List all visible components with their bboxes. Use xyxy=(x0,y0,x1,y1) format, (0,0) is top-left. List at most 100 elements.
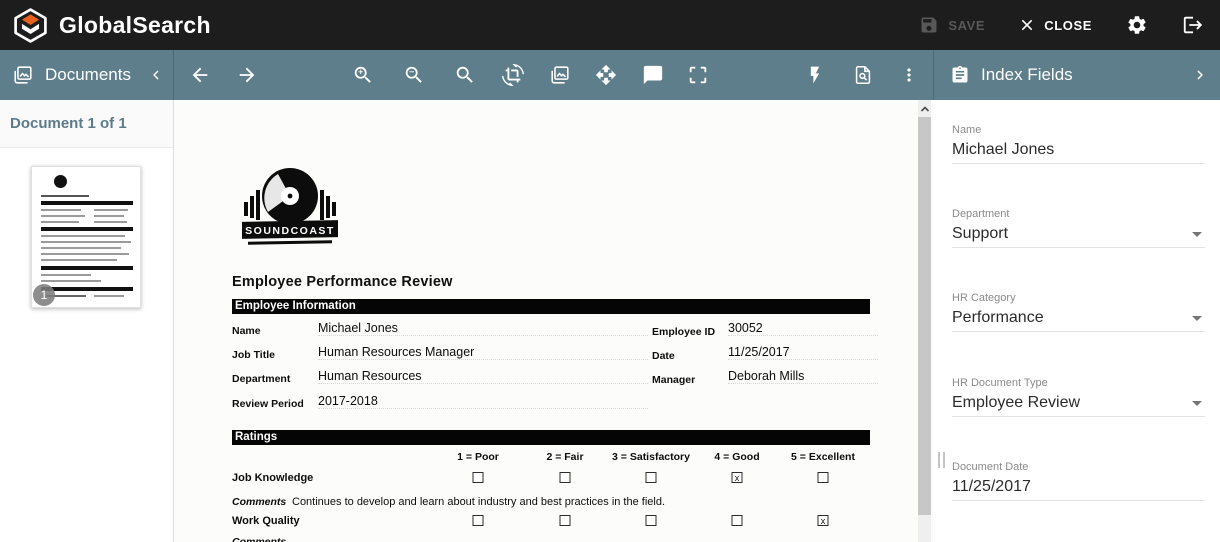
comments-label: Comments xyxy=(232,536,286,542)
ratings-section-header: Ratings xyxy=(232,430,870,445)
photo-library-icon xyxy=(12,64,34,86)
doc-field-value: Deborah Mills xyxy=(728,369,878,384)
doc-field-label: Manager xyxy=(652,374,695,386)
rotate-crop-button[interactable] xyxy=(501,63,525,87)
fullscreen-button[interactable] xyxy=(686,63,710,87)
close-button[interactable]: CLOSE xyxy=(1019,17,1092,33)
zoom-in-button[interactable] xyxy=(351,63,375,87)
rating-checkbox xyxy=(818,472,829,483)
collapse-documents-button[interactable] xyxy=(148,67,164,83)
field-label: Department xyxy=(952,208,1009,220)
svg-text:SOUNDCOAST: SOUNDCOAST xyxy=(245,225,335,237)
index-fields-panel-title: Index Fields xyxy=(981,65,1073,85)
logout-button[interactable] xyxy=(1182,14,1204,36)
documents-panel-title: Documents xyxy=(45,65,131,85)
hr-category-dropdown[interactable]: Performance xyxy=(952,306,1205,332)
dropdown-caret-icon xyxy=(1192,401,1202,406)
doc-field-value: Human Resources xyxy=(318,369,648,384)
panel-header-row: Documents xyxy=(0,50,1220,100)
rating-scale-label: 3 = Satisfactory xyxy=(612,451,690,463)
doc-field-label: Review Period xyxy=(232,398,304,410)
employee-information-section-header: Employee Information xyxy=(232,299,870,314)
rating-scale-label: 1 = Poor xyxy=(457,451,499,463)
thumbnails-view-icon[interactable] xyxy=(548,63,572,87)
expand-index-fields-button[interactable] xyxy=(1192,67,1208,83)
doc-field-label: Department xyxy=(232,373,290,385)
rating-scale-label: 4 = Good xyxy=(714,451,759,463)
scrollbar-thumb[interactable] xyxy=(918,117,931,515)
app-brand: GlobalSearch xyxy=(0,7,211,44)
next-document-button[interactable] xyxy=(235,63,259,87)
doc-field-value: Human Resources Manager xyxy=(318,345,648,360)
viewer-scrollbar[interactable] xyxy=(918,100,931,542)
previous-document-button[interactable] xyxy=(188,63,212,87)
rating-checkbox xyxy=(473,515,484,526)
doc-field-label: Job Title xyxy=(232,349,275,361)
index-fields-panel: Name Michael Jones Department Support HR… xyxy=(933,100,1220,542)
document-viewer: SOUNDCOAST Employee Performance Review E… xyxy=(174,100,933,542)
rating-checkbox xyxy=(732,515,743,526)
documents-panel-header: Documents xyxy=(0,50,174,100)
save-label: SAVE xyxy=(948,18,985,33)
field-label: HR Document Type xyxy=(952,377,1048,389)
rating-scale-label: 2 = Fair xyxy=(546,451,583,463)
doc-field-value: Michael Jones xyxy=(318,321,648,336)
annotations-comment-button[interactable] xyxy=(641,63,665,87)
panel-resize-handle[interactable] xyxy=(938,452,945,468)
zoom-out-button[interactable] xyxy=(402,63,426,87)
rating-checkbox xyxy=(646,515,657,526)
close-x-icon xyxy=(1019,17,1035,33)
hr-document-type-dropdown[interactable]: Employee Review xyxy=(952,391,1205,417)
doc-field-value: 30052 xyxy=(728,321,878,336)
doc-field-label: Name xyxy=(232,325,261,337)
doc-field-label: Employee ID xyxy=(652,326,715,338)
save-floppy-icon xyxy=(919,15,939,35)
name-input[interactable]: Michael Jones xyxy=(952,138,1205,164)
page-number-badge: 1 xyxy=(33,284,55,306)
top-app-bar: GlobalSearch SAVE CLOSE xyxy=(0,0,1220,50)
close-label: CLOSE xyxy=(1044,18,1092,33)
field-label: Name xyxy=(952,124,981,136)
doc-field-label: Date xyxy=(652,350,675,362)
document-date-input[interactable]: 11/25/2017 xyxy=(952,475,1205,501)
settings-gear-icon xyxy=(1126,14,1148,36)
doc-field-value: 11/25/2017 xyxy=(728,345,878,360)
document-count-label: Document 1 of 1 xyxy=(0,100,173,148)
app-title: GlobalSearch xyxy=(59,12,211,39)
doc-field-value: 2017-2018 xyxy=(318,394,648,409)
rating-row-label: Work Quality xyxy=(232,515,300,527)
rating-checkbox-checked: x xyxy=(818,515,829,526)
comments-text: Continues to develop and learn about ind… xyxy=(292,496,665,508)
search-in-viewer-button[interactable] xyxy=(453,63,477,87)
rating-scale-label: 5 = Excellent xyxy=(791,451,855,463)
clipboard-icon xyxy=(950,65,970,85)
soundcoast-logo: SOUNDCOAST xyxy=(234,162,346,254)
flash-actions-button[interactable] xyxy=(803,63,827,87)
main-content: Document 1 of 1 xyxy=(0,100,1220,542)
document-heading: Employee Performance Review xyxy=(232,274,453,290)
rating-checkbox xyxy=(560,515,571,526)
field-label: Document Date xyxy=(952,461,1028,473)
rating-checkbox xyxy=(646,472,657,483)
save-button[interactable]: SAVE xyxy=(919,15,985,35)
rating-checkbox-checked: x xyxy=(732,472,743,483)
settings-button[interactable] xyxy=(1126,14,1148,36)
find-in-document-button[interactable] xyxy=(851,63,875,87)
rating-checkbox xyxy=(560,472,571,483)
comments-label: Comments xyxy=(232,496,286,508)
rating-row-label: Job Knowledge xyxy=(232,472,313,484)
documents-sidebar: Document 1 of 1 xyxy=(0,100,174,542)
topbar-actions: SAVE CLOSE xyxy=(919,14,1220,36)
document-thumbnail[interactable]: 1 xyxy=(31,166,141,308)
field-label: HR Category xyxy=(952,292,1016,304)
pan-move-button[interactable] xyxy=(594,63,618,87)
viewer-toolbar xyxy=(174,50,933,100)
rating-checkbox xyxy=(473,472,484,483)
more-options-button[interactable] xyxy=(897,63,921,87)
scroll-up-button[interactable] xyxy=(918,100,931,117)
department-dropdown[interactable]: Support xyxy=(952,222,1205,248)
index-fields-panel-header: Index Fields xyxy=(933,50,1220,100)
dropdown-caret-icon xyxy=(1192,316,1202,321)
logout-icon xyxy=(1182,14,1204,36)
dropdown-caret-icon xyxy=(1192,232,1202,237)
